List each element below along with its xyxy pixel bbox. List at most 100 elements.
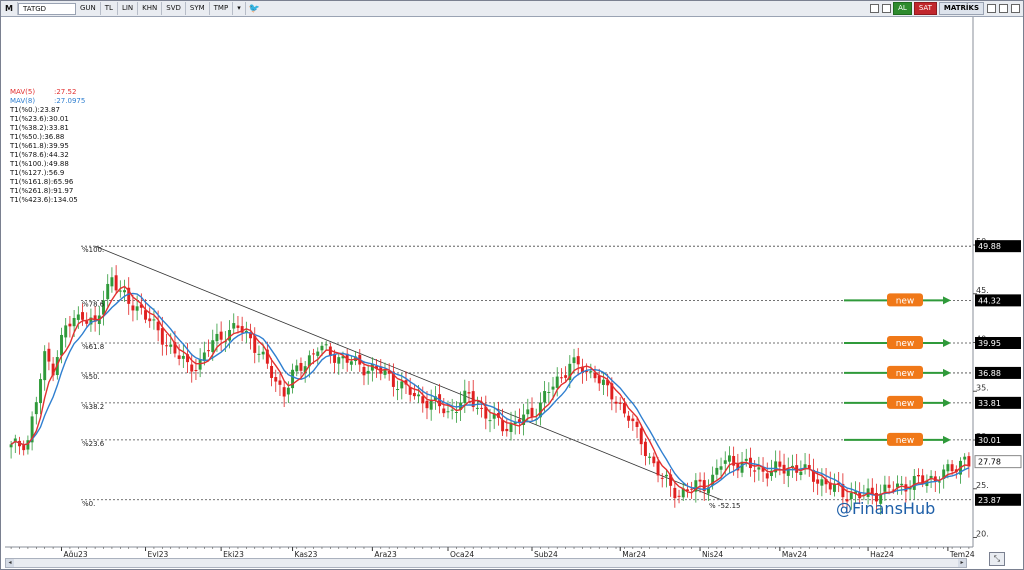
toolbar-item-svd[interactable]: SVD [162,2,186,15]
chevron-down-icon[interactable]: ▾ [233,2,246,15]
candle-body [757,467,761,470]
fib-legend-item: T1(%100.):49.88 [9,160,69,168]
month-label: Oca24 [450,550,474,557]
fib-legend-item: T1(%127.):56.9 [9,169,64,177]
candle-body [190,364,194,372]
toolbar-item-khn[interactable]: KHN [138,2,163,15]
candle-body [81,312,84,320]
scroll-left-icon[interactable]: ◂ [6,559,14,567]
mav5-line [10,285,969,497]
candle-body [719,466,723,470]
candle-body [631,418,635,422]
toolbar-item-tmp[interactable]: TMP [210,2,234,15]
candle-body [887,484,891,488]
candle-body [673,487,677,499]
candle-body [946,464,950,472]
candle-body [618,402,622,404]
candle-body [446,411,450,413]
month-label: Eki23 [223,550,244,557]
candle-body [274,377,278,382]
mav5-legend-label: MAV(5) [10,88,35,96]
candle-body [148,318,152,322]
matriks-button[interactable]: MATRİKS [938,2,984,15]
watermark-text: @FinansHub [836,499,935,518]
candle-body [324,344,328,346]
sell-button[interactable]: SAT [913,2,937,15]
y-tick-label: 25. [976,481,989,490]
twitter-icon[interactable]: 🐦 [246,4,263,14]
candle-body [278,380,282,385]
candle-body [64,325,68,338]
month-label: May24 [782,550,807,557]
month-label: Şub24 [534,550,558,557]
candle-body [106,283,110,300]
arrow-head-icon [943,296,951,305]
fib-legend-item: T1(%50.):36.88 [9,133,64,141]
candle-body [883,484,887,492]
candle-body [765,473,769,479]
price-chart[interactable]: 20.25.30.35.40.45.50.%100.49.88%78.644.3… [1,17,1023,557]
candle-body [652,456,656,464]
toolbar: M TATGD GUN TL LIN KHN SVD SYM TMP ▾ 🐦 A… [1,1,1023,17]
fib-level-label: %38.2 [82,403,104,411]
candle-body [778,461,782,467]
candle-body [312,353,316,355]
candle-body [576,356,580,365]
fib-legend-item: T1(%78.6):44.32 [9,151,69,159]
candle-body [232,323,236,329]
candles-layer [9,265,971,515]
arrow-head-icon [943,368,951,377]
fib-level-label: %0. [82,500,95,508]
candle-body [564,375,568,378]
candle-body [123,290,126,293]
scroll-right-icon[interactable]: ▸ [958,559,966,567]
toolbar-item-sym[interactable]: SYM [186,2,210,15]
candle-body [938,481,941,483]
close-icon[interactable] [1011,4,1020,13]
candle-body [39,379,42,404]
period-selector[interactable]: GUN [76,2,101,15]
month-label: Ara23 [374,550,397,557]
candle-body [417,394,421,397]
moving-averages-layer [10,285,970,497]
y-tick-label: 20. [976,530,989,539]
maximize-icon[interactable] [999,4,1008,13]
minimize-icon[interactable] [987,4,996,13]
candle-body [207,350,211,352]
candle-body [505,428,509,432]
candle-body [601,379,605,385]
fib-price-label: 49.88 [978,242,1001,251]
symbol-input[interactable]: TATGD [17,2,76,15]
candle-body [211,340,215,353]
resize-corner-icon[interactable]: ⤡ [989,552,1005,566]
candle-body [114,275,118,291]
candle-body [648,456,652,458]
candle-body [744,458,748,461]
fib-price-label: 36.88 [978,369,1001,378]
settings-icon[interactable] [882,4,892,13]
candle-body [425,400,429,409]
candle-body [614,401,618,404]
toolbar-right: AL SAT MATRİKS [867,1,1023,16]
window-icon[interactable] [870,4,880,13]
candle-body [551,386,555,390]
fib-level-label: %100. [82,246,104,254]
fib-legend-item: T1(%23.6):30.01 [9,115,69,123]
candle-body [320,345,324,351]
horizontal-scrollbar[interactable]: ◂ ▸ [5,558,967,568]
arrow-head-icon [943,338,951,347]
candle-body [144,310,147,320]
candle-body [131,305,135,311]
menu-m-button[interactable]: M [1,2,18,15]
currency-selector[interactable]: TL [101,2,118,15]
candle-body [412,392,416,397]
candle-body [463,390,467,404]
chart-window: M TATGD GUN TL LIN KHN SVD SYM TMP ▾ 🐦 A… [0,0,1024,570]
candle-body [555,376,559,388]
fib-price-label: 33.81 [978,399,1001,408]
candle-body [917,475,920,477]
buy-button[interactable]: AL [893,2,912,15]
new-badge-label: new [896,436,915,446]
scale-selector[interactable]: LIN [118,2,139,15]
candle-body [76,314,80,320]
